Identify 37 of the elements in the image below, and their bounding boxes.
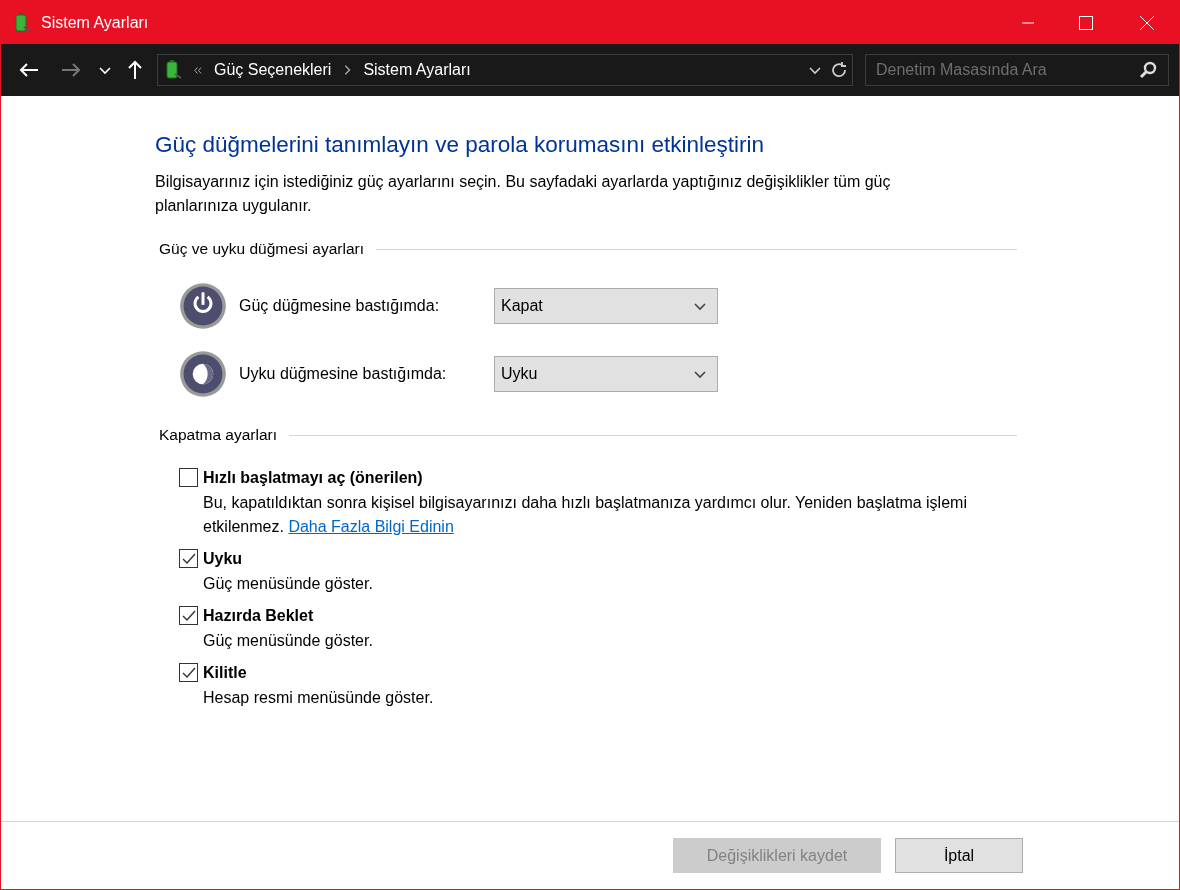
window-title: Sistem Ayarları	[41, 13, 150, 32]
breadcrumb-item[interactable]: Sistem Ayarları	[363, 61, 471, 79]
option-description: Güç menüsünde göster.	[203, 574, 374, 594]
setting-label: Uyku düğmesine bastığımda:	[239, 365, 448, 383]
setting-label: Güç düğmesine bastığımda:	[239, 297, 441, 315]
intro-text: Bilgisayarınız için istediğiniz güç ayarlarını seçin. Bu sayfadaki ayarlarda yaptığınız değişiklikler tüm güç planlarınıza uygulanır.	[155, 172, 892, 216]
moon-icon	[179, 350, 227, 398]
checkbox-label[interactable]: Kilitle	[203, 663, 247, 682]
breadcrumb-item[interactable]: Güç Seçenekleri	[214, 61, 332, 79]
arrow-right-icon	[61, 62, 81, 78]
cancel-button[interactable]: İptal	[895, 838, 1023, 873]
checkbox[interactable]	[179, 549, 198, 568]
learn-more-link[interactable]: Daha Fazla Bilgi Edinin	[288, 518, 454, 535]
dropdown[interactable]: Uyku	[494, 356, 718, 392]
option-description: Güç menüsünde göster.	[203, 631, 374, 651]
search-field[interactable]: Denetim Masasında Ara	[865, 54, 1169, 86]
checkbox[interactable]	[179, 663, 198, 682]
arrow-left-icon	[19, 62, 39, 78]
dropdown[interactable]: Kapat	[494, 288, 718, 324]
page-heading: Güç düğmelerini tanımlayın ve parola korumasını etkinleştirin	[155, 132, 766, 158]
option-description: Bu, kapatıldıktan sonra kişisel bilgisayarınızı daha hızlı başlatmanıza yardımcı olur. Yeniden başlatma işlemi etkilenmez. Daha Fazla Bilgi Edinin	[203, 493, 968, 537]
option-description: Hesap resmi menüsünde göster.	[203, 688, 435, 708]
checkbox[interactable]	[179, 468, 198, 487]
section-title: Kapatma ayarları	[158, 426, 279, 444]
search-icon	[1139, 61, 1157, 79]
section-title: Güç ve uyku düğmesi ayarları	[158, 240, 366, 258]
double-chevron-icon	[194, 66, 202, 74]
refresh-icon[interactable]	[830, 61, 848, 79]
close-icon	[1140, 15, 1154, 30]
checkbox-label[interactable]: Uyku	[203, 549, 243, 568]
arrow-up-icon	[127, 60, 143, 80]
checkbox[interactable]	[179, 606, 198, 625]
power-icon	[179, 282, 227, 330]
address-bar[interactable]: Güç Seçenekleri Sistem Ayarları	[157, 54, 853, 86]
checkbox-label[interactable]: Hızlı başlatmayı aç (önerilen)	[203, 468, 423, 487]
checkbox-label[interactable]: Hazırda Beklet	[203, 606, 314, 625]
maximize-icon	[1079, 15, 1093, 30]
